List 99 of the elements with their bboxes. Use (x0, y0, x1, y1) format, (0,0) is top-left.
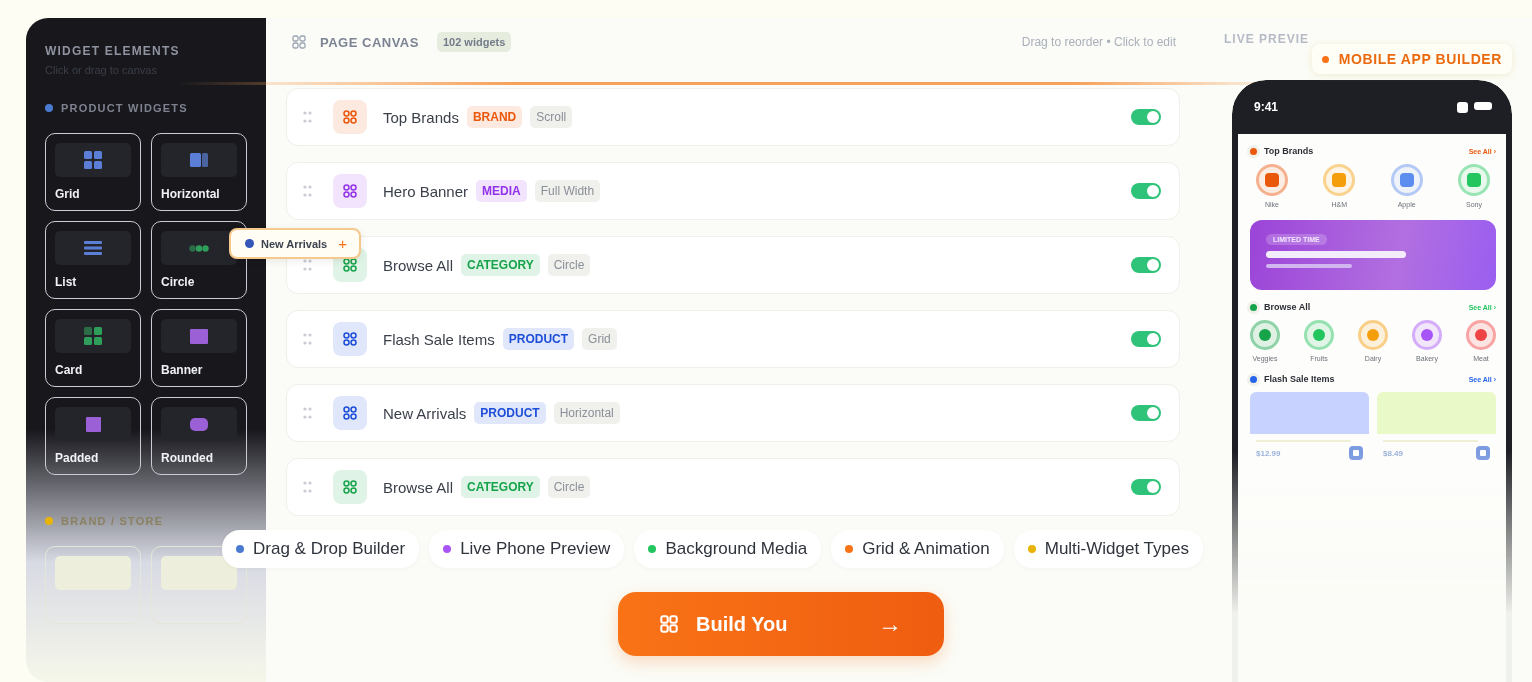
widget-row[interactable]: Browse All CATEGORY Circle (286, 458, 1180, 516)
tile-label: Grid (55, 187, 81, 201)
layout-tag: Scroll (530, 106, 573, 128)
widget-row[interactable]: Hero Banner MEDIA Full Width (286, 162, 1180, 220)
layout-tag: Grid (582, 328, 617, 350)
widget-name: Top Brands (383, 108, 459, 126)
list-icon (84, 241, 102, 255)
type-tag: BRAND (466, 106, 523, 128)
feature-label: Drag & Drop Builder (253, 539, 406, 559)
section-title: BRAND / STORE (61, 515, 164, 527)
chip-dot (245, 239, 254, 248)
square-icon (85, 416, 101, 432)
widget-tile[interactable]: Padded (45, 397, 141, 475)
dragged-widget-chip[interactable]: New Arrivals + (229, 228, 361, 259)
tile-label: Padded (55, 451, 100, 465)
section-title: Top Brands (1264, 146, 1314, 156)
widget-name: Browse All (383, 478, 454, 496)
phone-time: 9:41 (1254, 100, 1279, 114)
brand-logo[interactable] (1390, 164, 1423, 196)
layout-tag: Circle (547, 254, 591, 276)
widget-tile[interactable]: Rounded (151, 397, 247, 475)
widget-tile[interactable]: List (45, 221, 141, 299)
grid-icon (292, 35, 306, 49)
widget-icon (333, 100, 367, 134)
brand-logo[interactable] (1256, 164, 1288, 196)
section-dot (1250, 375, 1257, 383)
feature-label: Live Phone Preview (460, 539, 611, 559)
layout-tag: Full Width (534, 180, 601, 202)
tile-label: Horizontal (161, 187, 221, 201)
section-title: PRODUCT WIDGETS (61, 102, 188, 114)
layout-tag: Horizontal (553, 402, 620, 424)
grid-icon (84, 327, 102, 345)
type-tag: PRODUCT (502, 328, 575, 350)
widget-row[interactable]: Flash Sale Items PRODUCT Grid (286, 310, 1180, 368)
grid-icon (84, 151, 102, 169)
widget-row[interactable]: Top Brands BRAND Scroll (286, 88, 1180, 146)
product-price: $12.99 (1256, 448, 1281, 458)
sidebar-title: WIDGET ELEMENTS (45, 44, 181, 58)
circles-icon (189, 244, 209, 252)
widget-icon (333, 322, 367, 356)
feature-label: Background Media (665, 539, 808, 559)
widget-icon (333, 396, 367, 430)
tile-label: List (55, 275, 78, 289)
product-price: $8.49 (1383, 448, 1404, 458)
canvas-hint: Drag to reorder • Click to edit (1021, 35, 1176, 49)
tile-label: Rounded (161, 451, 214, 465)
category-icon[interactable] (1304, 320, 1334, 350)
add-button[interactable] (1349, 446, 1363, 460)
battery-icon (1474, 101, 1492, 110)
widget-tile[interactable]: Horizontal (151, 133, 247, 211)
layout-tag: Circle (547, 476, 591, 498)
rounded-square-icon (190, 417, 208, 431)
app-badge: MOBILE APP BUILDER (1311, 44, 1512, 74)
type-tag: MEDIA (476, 180, 527, 202)
tile-label: Banner (161, 363, 204, 377)
widget-tile[interactable]: Grid (45, 133, 141, 211)
widget-icon (333, 470, 367, 504)
type-tag: CATEGORY (461, 476, 540, 498)
type-tag: CATEGORY (461, 254, 540, 276)
widget-tile[interactable]: Card (45, 309, 141, 387)
tile-label: Circle (161, 275, 196, 289)
status-icon (1457, 101, 1468, 113)
type-tag: PRODUCT (474, 402, 546, 424)
grid-icon (660, 615, 678, 633)
brand-logo[interactable] (1458, 164, 1490, 196)
section-title: Flash Sale Items (1264, 374, 1335, 384)
category-icon[interactable] (1358, 320, 1388, 350)
add-button[interactable] (1476, 446, 1490, 460)
widget-tile[interactable] (45, 546, 141, 624)
toggle-switch[interactable] (1131, 405, 1161, 421)
widget-count: 102 widgets (436, 32, 512, 52)
category-icon[interactable] (1466, 320, 1496, 350)
columns-icon (190, 153, 208, 167)
category-icon[interactable] (1250, 320, 1280, 350)
toggle-switch[interactable] (1131, 109, 1161, 125)
toggle-switch[interactable] (1131, 257, 1161, 273)
widget-name: Hero Banner (383, 182, 469, 200)
widget-name: Browse All (383, 256, 454, 274)
canvas-title: PAGE CANVAS (320, 34, 419, 50)
widget-tile[interactable] (151, 546, 247, 624)
plus-icon: + (338, 236, 347, 251)
widget-name: New Arrivals (383, 404, 467, 422)
toggle-switch[interactable] (1131, 183, 1161, 199)
widget-row[interactable]: New Arrivals PRODUCT Horizontal (286, 384, 1180, 442)
section-title: Browse All (1264, 302, 1311, 312)
toggle-switch[interactable] (1131, 331, 1161, 347)
widget-tile[interactable]: Banner (151, 309, 247, 387)
section-dot (1250, 147, 1257, 155)
toggle-switch[interactable] (1131, 479, 1161, 495)
tile-label: Card (55, 363, 84, 377)
section-dot (1250, 303, 1257, 311)
brand-logo[interactable] (1323, 164, 1356, 196)
preview-title: LIVE PREVIE (1224, 32, 1311, 46)
feature-label: Multi-Widget Types (1044, 539, 1189, 559)
square-icon (190, 328, 208, 344)
widget-icon (333, 174, 367, 208)
widget-name: Flash Sale Items (383, 330, 495, 348)
category-icon[interactable] (1412, 320, 1442, 350)
feature-label: Grid & Animation (862, 539, 990, 559)
